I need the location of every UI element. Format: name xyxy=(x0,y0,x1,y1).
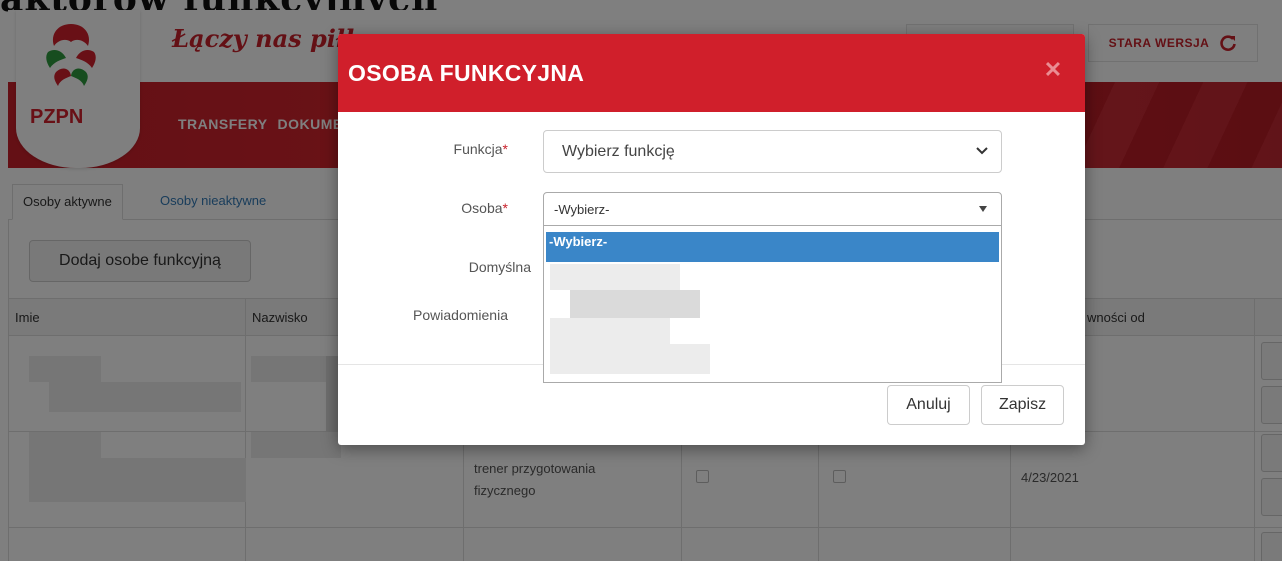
osoba-funkcyjna-modal: OSOBA FUNKCYJNA ✕ Funkcja* Wybierz funkc… xyxy=(338,34,1085,445)
modal-header: OSOBA FUNKCYJNA ✕ xyxy=(338,34,1085,112)
osoba-label: Osoba* xyxy=(461,200,508,216)
page: aktorów funkcyjnych PZPN Łączy nas piłka… xyxy=(0,0,1282,561)
dropdown-option[interactable] xyxy=(550,264,700,318)
osoba-select-value: -Wybierz- xyxy=(554,202,610,217)
dropdown-option-wybierz[interactable]: -Wybierz- xyxy=(546,232,999,262)
domyslna-label: Domyślna xyxy=(468,259,531,275)
dropdown-arrow-icon xyxy=(979,206,987,212)
dropdown-option[interactable] xyxy=(550,318,710,378)
close-icon[interactable]: ✕ xyxy=(1041,58,1065,82)
osoba-select[interactable]: -Wybierz- xyxy=(543,192,1002,226)
osoba-dropdown-list: -Wybierz- xyxy=(543,226,1002,383)
save-button[interactable]: Zapisz xyxy=(981,385,1064,425)
powiadomienia-label: Powiadomienia xyxy=(413,307,508,323)
modal-title: OSOBA FUNKCYJNA xyxy=(348,60,585,86)
cancel-button[interactable]: Anuluj xyxy=(887,385,970,425)
funkcja-select[interactable]: Wybierz funkcję xyxy=(543,130,1002,173)
funkcja-label: Funkcja* xyxy=(453,141,508,157)
chevron-down-icon xyxy=(976,147,988,155)
funkcja-select-value: Wybierz funkcję xyxy=(562,143,675,160)
